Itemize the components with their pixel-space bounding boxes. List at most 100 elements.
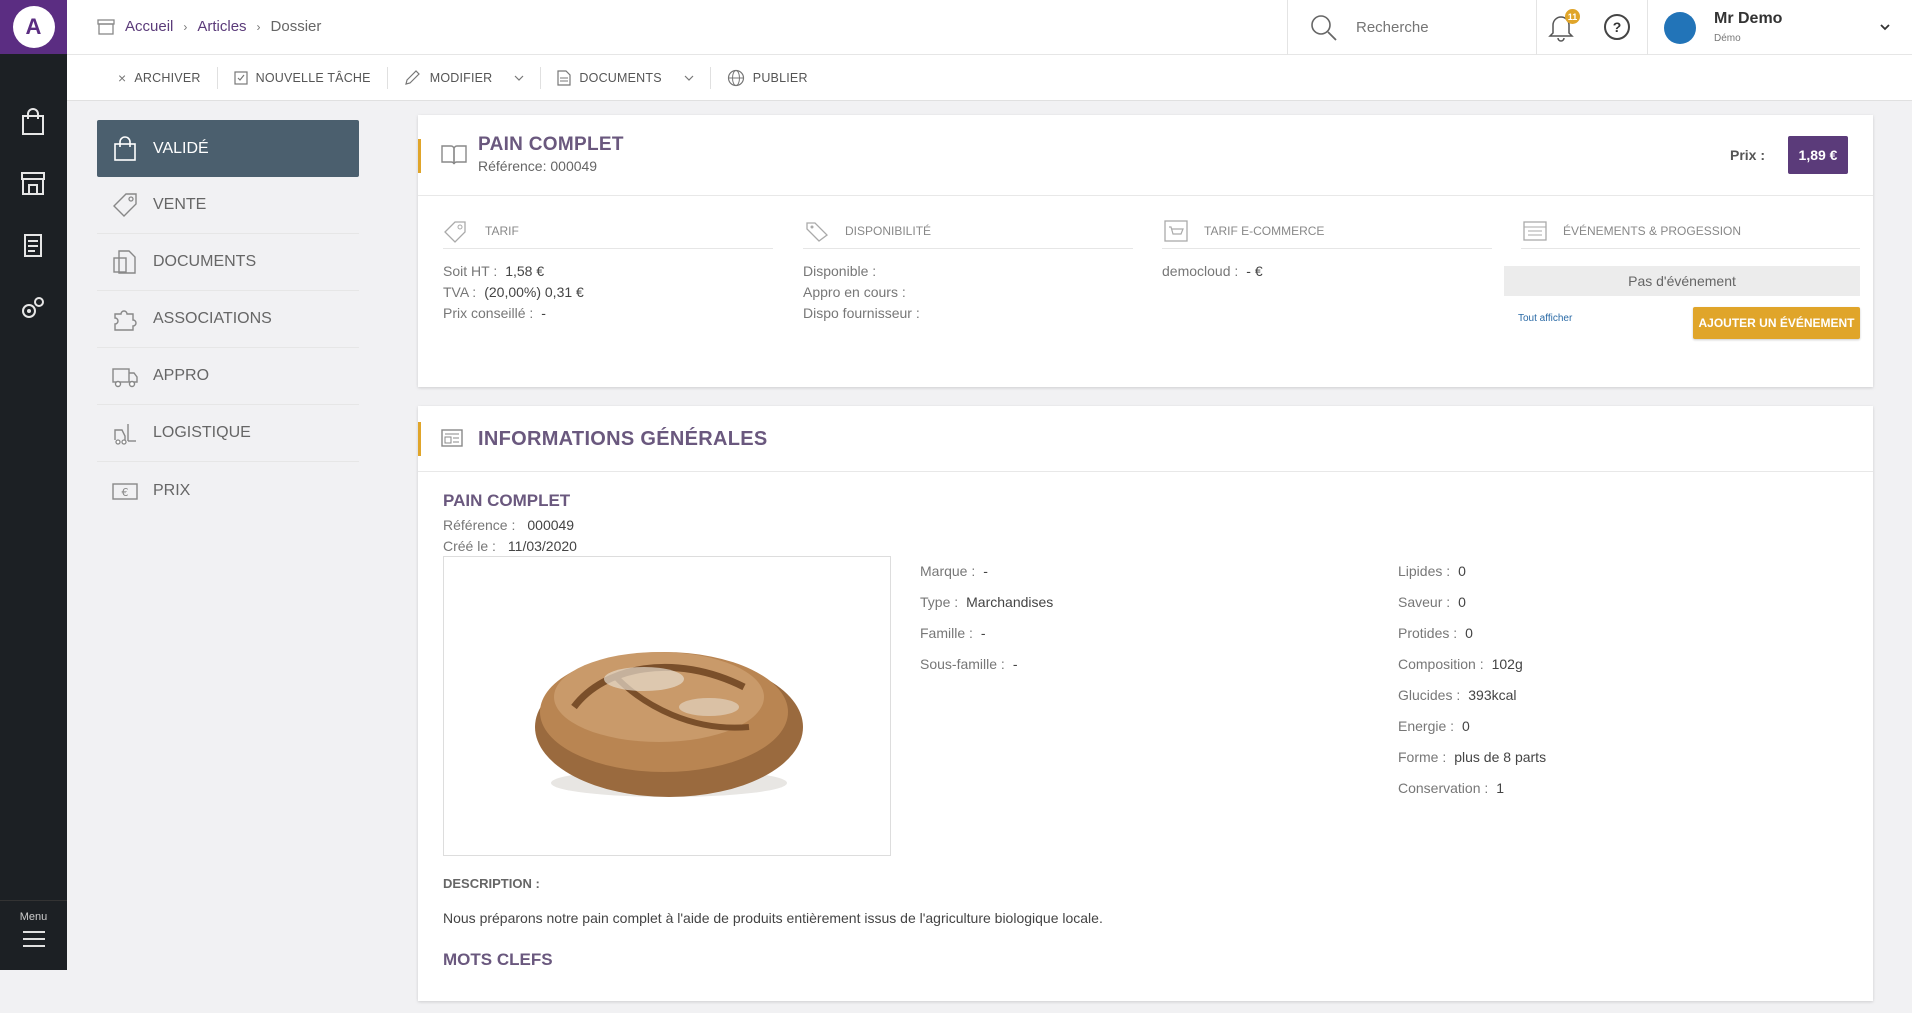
- edit-label: MODIFIER: [429, 70, 493, 85]
- price-tags-icon: [806, 221, 828, 242]
- archive-label: ARCHIVER: [134, 70, 201, 85]
- truck-icon: [112, 368, 138, 388]
- tab-logistique[interactable]: LOGISTIQUE: [97, 405, 359, 462]
- avatar: [1664, 12, 1696, 44]
- search-icon[interactable]: [1310, 14, 1338, 42]
- search-box: [1287, 0, 1537, 55]
- nutrition-row: Protides : 0: [1398, 618, 1546, 649]
- keywords-heading: MOTS CLEFS: [443, 950, 553, 969]
- app-logo[interactable]: A: [0, 0, 67, 54]
- tva-label: TVA :: [443, 284, 477, 300]
- democloud-label: democloud :: [1162, 263, 1239, 279]
- breadcrumb-current: Dossier: [270, 18, 322, 35]
- breadcrumb-articles[interactable]: Articles: [197, 18, 246, 35]
- documents-icon: [113, 250, 136, 274]
- breadcrumb-separator: ›: [183, 19, 188, 34]
- sous-famille-row: Sous-famille :-: [920, 649, 1053, 680]
- show-all-link[interactable]: Tout afficher: [1518, 313, 1572, 324]
- shopping-bag-icon[interactable]: [18, 107, 48, 137]
- chevron-down-icon: [1880, 24, 1890, 31]
- breadcrumb: Accueil › Articles › Dossier: [97, 18, 321, 35]
- ecommerce-values: democloud : - €: [1162, 261, 1492, 282]
- appro-label: Appro en cours :: [803, 284, 906, 300]
- top-bar: Accueil › Articles › Dossier 11 ? Mr Dem…: [67, 0, 1912, 55]
- menu-label: Menu: [19, 911, 48, 923]
- documents-label: DOCUMENTS: [579, 70, 662, 85]
- archive-button[interactable]: × ARCHIVER: [102, 66, 218, 89]
- nutrition-value: 0: [1458, 563, 1466, 579]
- tab-vente[interactable]: VENTE: [97, 177, 359, 234]
- new-task-label: NOUVELLE TÂCHE: [255, 70, 371, 85]
- general-info-title: INFORMATIONS GÉNÉRALES: [478, 428, 768, 450]
- action-toolbar: × ARCHIVER NOUVELLE TÂCHE MODIFIER DOCUM…: [67, 55, 1912, 101]
- product-attributes: Marque :- Type : Marchandises Famille :- …: [920, 556, 1053, 680]
- tab-label: VALIDÉ: [153, 139, 209, 157]
- breadcrumb-home[interactable]: Accueil: [125, 18, 173, 35]
- publish-button[interactable]: PUBLIER: [711, 67, 824, 89]
- menu-toggle[interactable]: Menu: [0, 900, 67, 970]
- product-photo: [443, 556, 891, 856]
- edit-button[interactable]: MODIFIER: [388, 66, 542, 89]
- tab-label: PRIX: [153, 481, 191, 499]
- close-icon: ×: [118, 69, 127, 86]
- hamburger-icon: [22, 931, 45, 947]
- search-input[interactable]: [1356, 19, 1496, 36]
- help-button[interactable]: ?: [1604, 14, 1630, 40]
- user-menu[interactable]: Mr Demo Démo: [1647, 0, 1912, 55]
- ecommerce-header: TARIF E-COMMERCE: [1162, 213, 1492, 249]
- description-heading: DESCRIPTION :: [443, 876, 540, 891]
- conseille-label: Prix conseillé :: [443, 305, 534, 321]
- tab-appro[interactable]: APPRO: [97, 348, 359, 405]
- user-role: Démo: [1714, 33, 1741, 44]
- store-icon[interactable]: [18, 168, 48, 198]
- nutrition-label: Conservation :: [1398, 780, 1489, 796]
- settings-gears-icon[interactable]: [18, 293, 48, 323]
- nutrition-label: Saveur :: [1398, 594, 1451, 610]
- svg-text:€: €: [122, 486, 129, 499]
- add-event-button[interactable]: AJOUTER UN ÉVÉNEMENT: [1693, 307, 1860, 339]
- nutrition-attributes: Lipides :0 Saveur :0 Protides :0 Composi…: [1398, 556, 1546, 804]
- democloud-row: democloud : - €: [1162, 261, 1492, 282]
- type-label: Type :: [920, 594, 959, 610]
- documents-dropdown[interactable]: DOCUMENTS: [541, 66, 711, 89]
- availability-values: Disponible : Appro en cours : Dispo four…: [803, 261, 1133, 324]
- tab-associations[interactable]: ASSOCIATIONS: [97, 291, 359, 348]
- nutrition-label: Protides :: [1398, 625, 1458, 641]
- disponible-label: Disponible :: [803, 263, 877, 279]
- forklift-icon: [114, 424, 136, 445]
- marque-label: Marque :: [920, 563, 976, 579]
- logo-badge: A: [12, 6, 55, 48]
- document-list-icon[interactable]: [18, 230, 48, 260]
- tarif-values: Soit HT : 1,58 € TVA : (20,00%) 0,31 € Pri…: [443, 261, 773, 324]
- product-title: PAIN COMPLET: [478, 134, 624, 155]
- reference-label: Référence :: [443, 517, 516, 533]
- tab-label: DOCUMENTS: [153, 253, 257, 270]
- nutrition-label: Lipides :: [1398, 563, 1451, 579]
- tva-row: TVA : (20,00%) 0,31 €: [443, 282, 773, 303]
- checkbox-icon: [233, 70, 248, 85]
- banknote-icon: €: [112, 482, 138, 500]
- nutrition-value: plus de 8 parts: [1454, 749, 1547, 765]
- tab-documents[interactable]: DOCUMENTS: [97, 234, 359, 291]
- newspaper-icon: [441, 429, 463, 447]
- type-row: Type : Marchandises: [920, 587, 1053, 618]
- open-book-icon: [441, 145, 467, 165]
- notification-count-badge: 11: [1565, 9, 1580, 24]
- tab-label: ASSOCIATIONS: [153, 310, 272, 327]
- user-name: Mr Demo: [1714, 10, 1783, 27]
- tab-valide[interactable]: VALIDÉ: [97, 120, 359, 177]
- notifications-button[interactable]: 11: [1547, 9, 1580, 42]
- tab-prix[interactable]: € PRIX: [97, 462, 359, 519]
- reference-row: Référence : 000049: [443, 517, 574, 533]
- availability-panel: DISPONIBILITÉ Disponible : Appro en cour…: [803, 213, 1133, 324]
- nutrition-label: Glucides :: [1398, 687, 1461, 703]
- product-header: PAIN COMPLET Référence: 000049 Prix : 1,…: [418, 115, 1873, 196]
- conseille-value: -: [541, 305, 546, 321]
- ht-label: Soit HT :: [443, 263, 498, 279]
- tarif-title: TARIF: [485, 223, 519, 238]
- new-task-button[interactable]: NOUVELLE TÂCHE: [218, 66, 388, 89]
- sous-famille-value: -: [1012, 656, 1018, 672]
- reference-value: 000049: [527, 517, 575, 533]
- ht-value: 1,58 €: [505, 263, 545, 279]
- tab-label: VENTE: [153, 196, 207, 213]
